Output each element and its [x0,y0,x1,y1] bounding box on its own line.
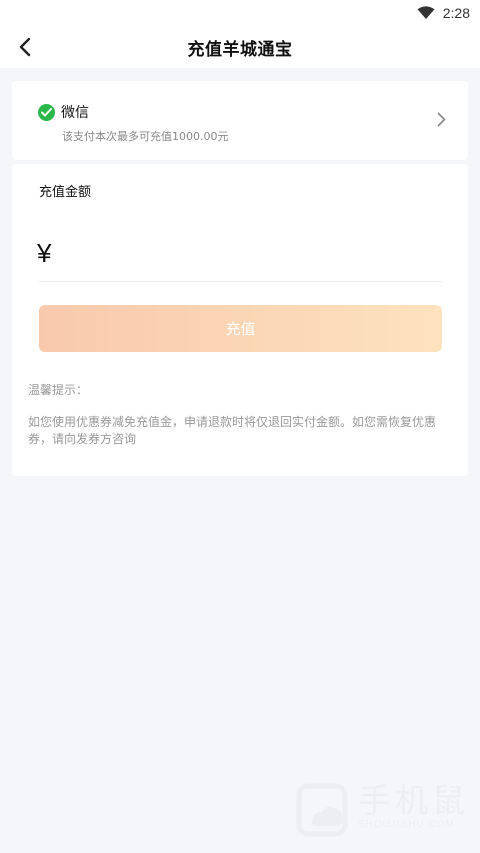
watermark-logo: 手机鼠 SHOUJISHU.COM [296,783,469,837]
tips-body: 如您使用优惠券减免充值金，申请退款时将仅退回实付金额。如您需恢复优惠券，请向发券… [28,415,437,446]
currency-symbol: ¥ [37,238,52,268]
header: 充值羊城通宝 [0,26,480,68]
check-circle-icon [38,103,55,121]
watermark-cn: 手机鼠 [358,781,469,820]
payment-method-row: 微信 [38,102,89,122]
tips-title: 温馨提示： [28,383,89,397]
watermark-text: 手机鼠 SHOUJISHU.COM [358,781,469,831]
watermark-en: SHOUJISHU.COM [358,819,455,830]
amount-underline [39,281,442,282]
payment-method-card[interactable]: 微信 该支付本次最多可充值1000.00元 [12,81,468,160]
recharge-button[interactable]: 充值 [39,305,442,352]
status-bar: 2:28 [0,0,480,26]
amount-label: 充值金额 [39,185,92,200]
wifi-icon [417,6,435,20]
status-time: 2:28 [442,5,470,21]
watermark-icon [296,783,348,837]
amount-input[interactable] [70,234,440,274]
payment-method-name: 微信 [61,105,89,121]
amount-card: 充值金额 ¥ 充值 温馨提示： 如您使用优惠券减免充值金，申请退款时将仅退回实付… [12,164,468,476]
screen: 2:28 充值羊城通宝 微信 该支付本次最多可充值1000.00元 充值金额 ¥… [0,0,480,853]
chevron-right-icon[interactable] [437,112,446,131]
payment-limit-text: 该支付本次最多可充值1000.00元 [62,130,229,143]
back-arrow-icon[interactable] [12,34,38,60]
page-title: 充值羊城通宝 [187,39,293,60]
